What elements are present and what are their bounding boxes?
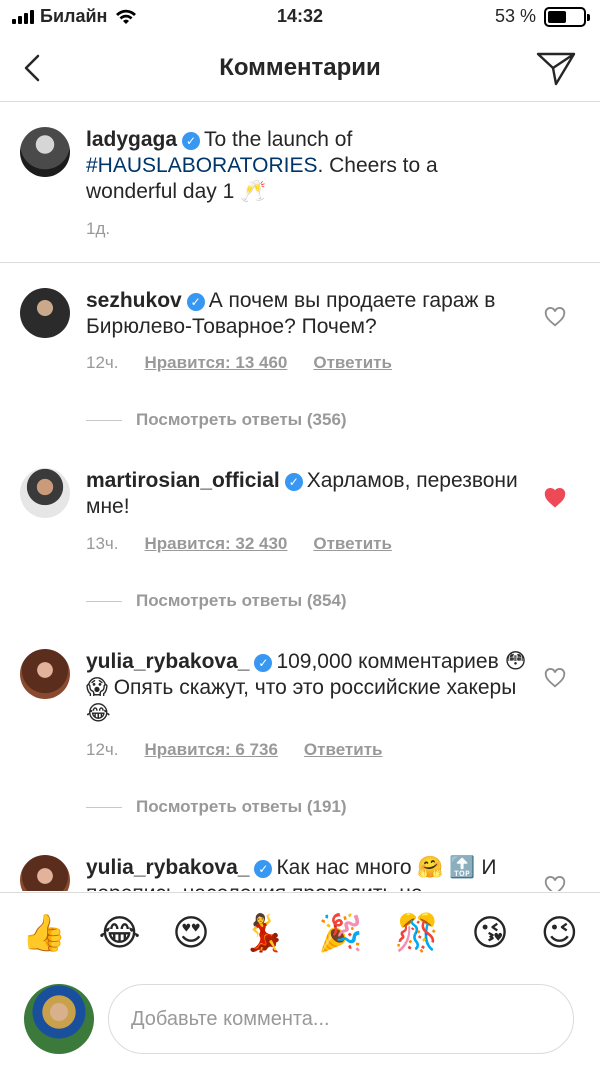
timestamp: 13ч. xyxy=(86,534,119,553)
hashtag-link[interactable]: #HAUSLABORATORIES xyxy=(86,154,317,177)
likes-count-link[interactable]: Нравится: 13 460 xyxy=(145,353,288,373)
comment-meta: 13ч. Нравится: 32 430 Ответить xyxy=(86,534,392,554)
comment-text: yulia_rybakova_✓Как нас много 🤗 🔝 И пере… xyxy=(86,856,497,891)
avatar[interactable] xyxy=(20,468,70,518)
avatar[interactable] xyxy=(20,127,70,177)
verified-badge-icon: ✓ xyxy=(284,473,303,491)
status-bar: Билайн 14:32 53 % xyxy=(0,0,600,36)
page-title: Комментарии xyxy=(219,54,381,81)
emoji-thumbs-up-icon[interactable]: 👍 xyxy=(22,912,67,954)
verified-badge-icon: ✓ xyxy=(254,860,273,878)
view-replies-button[interactable]: Посмотреть ответы (191) xyxy=(86,797,347,817)
my-avatar xyxy=(24,984,94,1054)
reply-button[interactable]: Ответить xyxy=(313,534,392,554)
username[interactable]: yulia_rybakova_ xyxy=(86,650,249,673)
username[interactable]: ladygaga xyxy=(86,128,177,151)
heart-icon[interactable] xyxy=(544,306,566,328)
heart-icon[interactable] xyxy=(544,667,566,689)
comment-text: martirosian_official ✓ Харламов, перезвони… xyxy=(86,469,518,518)
view-replies-button[interactable]: Посмотреть ответы (854) xyxy=(86,591,347,611)
verified-badge-icon: ✓ xyxy=(182,132,201,150)
nav-header: Комментарии xyxy=(0,36,600,102)
battery-percent: 53 % xyxy=(494,6,536,26)
view-replies-button[interactable]: Посмотреть ответы (356) xyxy=(86,410,347,430)
reply-button[interactable]: Ответить xyxy=(313,353,392,373)
avatar[interactable] xyxy=(20,288,70,338)
caption-meta: 1д. xyxy=(86,219,110,239)
timestamp: 12ч. xyxy=(86,353,119,372)
emoji-dancer-icon[interactable]: 💃 xyxy=(242,912,287,954)
emoji-quick-bar: 👍 😂 😍 💃 🎉 🎊 😘 😉 xyxy=(0,892,600,972)
emoji-party-popper-icon[interactable]: 🎉 xyxy=(318,912,363,954)
emoji-wink-icon[interactable]: 😉 xyxy=(541,912,579,954)
verified-badge-icon: ✓ xyxy=(186,293,205,311)
comment-meta: 12ч. Нравится: 13 460 Ответить xyxy=(86,353,392,373)
username[interactable]: yulia_rybakova_ xyxy=(86,856,249,879)
heart-icon[interactable] xyxy=(544,875,566,891)
battery-icon xyxy=(544,6,590,27)
heart-filled-icon[interactable] xyxy=(544,487,566,509)
comment-meta: 12ч. Нравится: 6 736 Ответить xyxy=(86,740,382,760)
comment-input[interactable] xyxy=(109,985,573,1053)
reply-button[interactable]: Ответить xyxy=(304,740,383,760)
avatar[interactable] xyxy=(20,855,70,891)
likes-count-link[interactable]: Нравится: 6 736 xyxy=(145,740,278,760)
likes-count-link[interactable]: Нравится: 32 430 xyxy=(145,534,288,554)
status-right: 53 % xyxy=(494,6,590,27)
comment-input-box[interactable] xyxy=(108,984,574,1054)
comment-text: yulia_rybakova_ ✓ 109,000 комментариев 😳 😱… xyxy=(86,650,527,725)
caption-text: ladygaga ✓ To the launch of #HAUSLABORATOR… xyxy=(86,128,438,203)
emoji-confetti-ball-icon[interactable]: 🎊 xyxy=(395,912,440,954)
emoji-tears-of-joy-icon[interactable]: 😂 xyxy=(98,912,140,954)
timestamp: 1д. xyxy=(86,219,111,238)
direct-send-icon[interactable] xyxy=(534,48,578,88)
verified-badge-icon: ✓ xyxy=(254,654,273,672)
emoji-heart-eyes-icon[interactable]: 😍 xyxy=(172,912,210,954)
post-caption: ladygaga ✓ To the launch of #HAUSLABORATOR… xyxy=(0,103,600,263)
username[interactable]: martirosian_official xyxy=(86,469,280,492)
battery-fill xyxy=(548,10,567,23)
comments-list[interactable]: ladygaga ✓ To the launch of #HAUSLABORATOR… xyxy=(0,103,600,891)
comment-text: sezhukov ✓ А почем вы продаете гараж в Бир… xyxy=(86,289,496,338)
username[interactable]: sezhukov xyxy=(86,289,182,312)
avatar[interactable] xyxy=(20,649,70,699)
comment-composer xyxy=(0,972,600,1066)
timestamp: 12ч. xyxy=(86,740,119,759)
emoji-kiss-icon[interactable]: 😘 xyxy=(471,912,509,954)
